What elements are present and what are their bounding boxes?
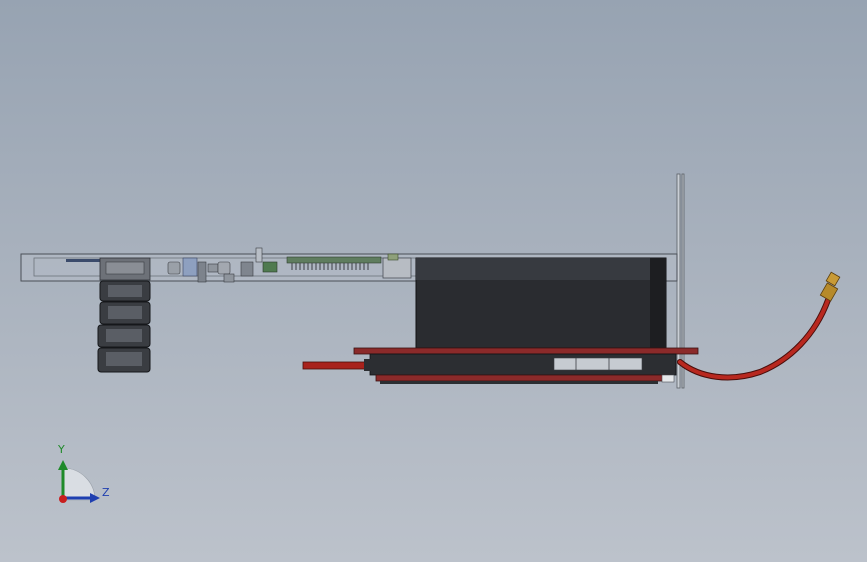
axis-z-label: Z	[102, 486, 110, 499]
brass-connector	[819, 271, 841, 302]
axis-z-arrow	[90, 493, 100, 503]
axis-y-arrow	[58, 460, 68, 470]
heatsink-block	[415, 257, 667, 349]
coordinate-triad[interactable]	[58, 460, 100, 503]
cad-viewport[interactable]: Y Z	[0, 0, 867, 562]
right-cable	[677, 271, 841, 381]
axis-y-label: Y	[58, 443, 65, 456]
left-connector-stack	[97, 280, 151, 373]
triad-origin	[59, 495, 67, 503]
cad-model-scene[interactable]	[0, 0, 867, 562]
mounting-bracket	[676, 173, 685, 389]
left-cable	[302, 359, 374, 371]
pcb-assembly	[353, 347, 699, 384]
